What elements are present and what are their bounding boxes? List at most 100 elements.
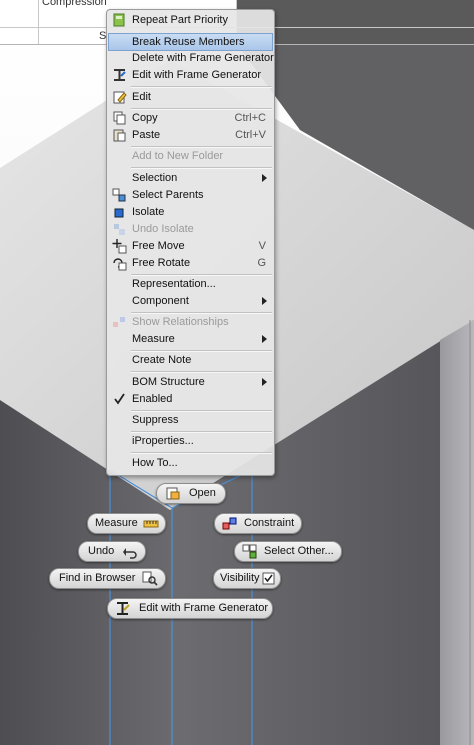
menu-item-label: Selection [132, 172, 178, 184]
menu-item-copy[interactable]: Copy Ctrl+C [109, 110, 272, 126]
find-browser-icon [142, 571, 158, 586]
menu-item-paste[interactable]: Paste Ctrl+V [109, 127, 272, 143]
menu-item-label: Free Rotate [132, 257, 191, 269]
menu-item-create-note[interactable]: Create Note [109, 352, 272, 368]
menu-separator [131, 371, 272, 373]
paste-icon [113, 129, 126, 142]
menu-item-how-to[interactable]: How To... [109, 455, 272, 471]
visibility-checkbox-icon [262, 572, 275, 585]
menu-item-iproperties[interactable]: iProperties... [109, 433, 272, 449]
menu-item-measure[interactable]: Measure [109, 331, 272, 347]
menu-item-repeat-part-priority[interactable]: Repeat Part Priority [109, 12, 272, 28]
menu-item-label: Edit with Frame Generator [132, 69, 261, 81]
menu-item-label: Delete with Frame Generator [132, 52, 274, 64]
open-label: Open [189, 487, 216, 499]
select-other-label: Select Other... [264, 545, 334, 557]
menu-item-label: Enabled [132, 393, 173, 405]
menu-item-representation[interactable]: Representation... [109, 276, 272, 292]
menu-item-label: Component [132, 295, 189, 307]
submenu-arrow-icon [262, 174, 267, 182]
menu-item-label: Repeat Part Priority [132, 14, 228, 26]
menu-item-shortcut: Ctrl+V [235, 129, 266, 141]
table-cell: Compression [42, 0, 107, 8]
submenu-arrow-icon [262, 297, 267, 305]
marking-undo-button[interactable]: Undo [78, 541, 146, 562]
constraint-icon [222, 517, 237, 530]
menu-item-edit-frame-generator[interactable]: Edit with Frame Generator [109, 67, 272, 83]
menu-item-bom-structure[interactable]: BOM Structure [109, 374, 272, 390]
viewport[interactable]: Compression S Repeat Part Priority Break… [0, 0, 474, 745]
menu-item-label: Representation... [132, 278, 216, 290]
edit-icon [113, 91, 127, 104]
menu-item-label: Edit [132, 91, 151, 103]
relationships-icon [113, 317, 125, 327]
submenu-arrow-icon [262, 335, 267, 343]
marking-measure-button[interactable]: Measure [87, 513, 166, 534]
frame-generator-icon [114, 69, 126, 81]
constraint-label: Constraint [244, 517, 295, 529]
menu-item-label: Select Parents [132, 189, 204, 201]
menu-item-delete-frame-generator[interactable]: Delete with Frame Generator [109, 50, 274, 66]
menu-item-isolate[interactable]: Isolate [109, 204, 272, 220]
menu-item-free-move[interactable]: Free Move V [109, 238, 272, 254]
menu-item-label: iProperties... [132, 435, 194, 447]
frame-generator-icon [117, 602, 130, 615]
menu-separator [131, 167, 272, 169]
menu-item-edit[interactable]: Edit [109, 89, 272, 105]
menu-item-free-rotate[interactable]: Free Rotate G [109, 255, 272, 271]
menu-item-label: Paste [132, 129, 161, 141]
menu-item-label: Free Move [132, 240, 185, 252]
menu-item-label: Isolate [132, 206, 165, 218]
marking-visibility-button[interactable]: Visibility [213, 568, 281, 589]
menu-item-undo-isolate[interactable]: Undo Isolate [109, 221, 272, 237]
menu-item-shortcut: G [257, 257, 266, 269]
menu-item-label: How To... [132, 457, 178, 469]
menu-item-label: Measure [132, 333, 175, 345]
menu-item-break-reuse-members[interactable]: Break Reuse Members [108, 33, 273, 51]
select-other-icon [242, 544, 257, 559]
edit-frame-generator-label: Edit with Frame Generator [139, 602, 268, 614]
table-divider [38, 0, 39, 44]
isolate-icon [114, 208, 124, 218]
context-menu: Repeat Part Priority Break Reuse Members… [106, 9, 275, 476]
menu-item-show-relationships[interactable]: Show Relationships [109, 314, 272, 330]
menu-item-label: Break Reuse Members [132, 36, 245, 48]
undo-arrow-icon [123, 548, 137, 559]
menu-item-enabled[interactable]: Enabled [109, 391, 272, 407]
right-edge-face [440, 320, 474, 745]
copy-icon [113, 111, 126, 125]
marking-open-button[interactable]: Open [156, 483, 226, 504]
menu-item-label: Show Relationships [132, 316, 229, 328]
menu-item-suppress[interactable]: Suppress [109, 412, 272, 428]
free-rotate-icon [113, 258, 127, 271]
open-icon [166, 487, 180, 500]
marking-find-in-browser-button[interactable]: Find in Browser [49, 568, 166, 589]
undo-label: Undo [88, 545, 115, 557]
menu-item-shortcut: Ctrl+C [234, 112, 266, 124]
menu-item-shortcut: V [258, 240, 266, 252]
part-priority-icon [113, 13, 125, 27]
menu-item-select-parents[interactable]: Select Parents [109, 187, 272, 203]
menu-separator [131, 452, 272, 454]
menu-item-label: Add to New Folder [132, 150, 224, 162]
menu-item-add-to-new-folder[interactable]: Add to New Folder [109, 148, 272, 164]
find-in-browser-label: Find in Browser [59, 572, 136, 584]
menu-item-component[interactable]: Component [109, 293, 272, 309]
marking-constraint-button[interactable]: Constraint [214, 513, 302, 534]
menu-item-label: Undo Isolate [132, 223, 194, 235]
undo-isolate-icon [114, 224, 125, 235]
menu-item-selection[interactable]: Selection [109, 170, 272, 186]
marking-select-other-button[interactable]: Select Other... [234, 541, 342, 562]
visibility-label: Visibility [220, 572, 260, 584]
menu-separator [131, 86, 272, 88]
menu-item-label: Create Note [132, 354, 192, 366]
menu-item-label: Copy [132, 112, 158, 124]
marking-edit-frame-generator-button[interactable]: Edit with Frame Generator [107, 598, 273, 619]
measure-label: Measure [95, 517, 138, 529]
menu-item-label: Suppress [132, 414, 179, 426]
submenu-arrow-icon [262, 378, 267, 386]
menu-item-label: BOM Structure [132, 376, 205, 388]
checkmark-icon [114, 393, 125, 405]
free-move-icon [112, 239, 127, 254]
select-parents-icon [112, 188, 126, 202]
